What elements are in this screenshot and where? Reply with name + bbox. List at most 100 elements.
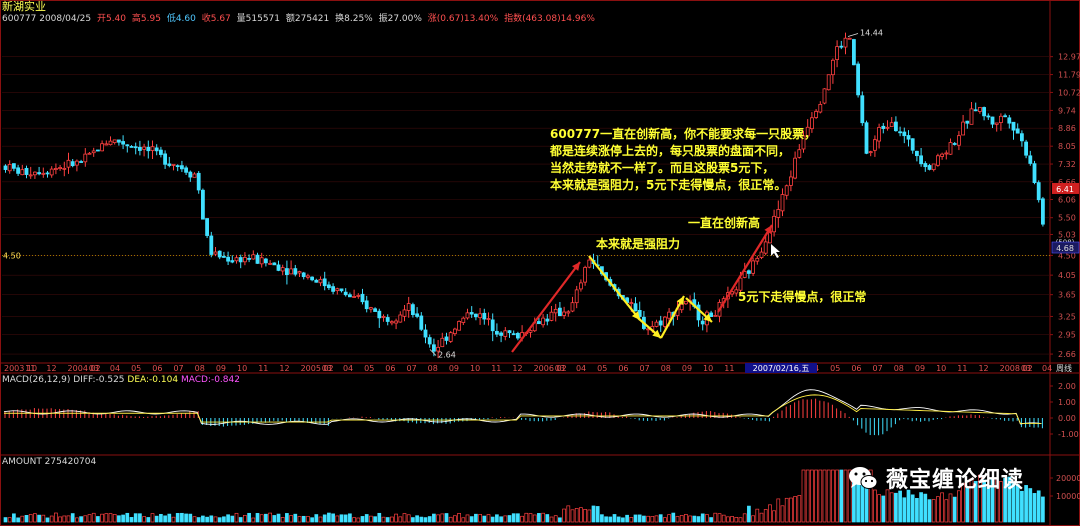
amount-tick-label: 100000 [1056,492,1080,501]
max-price-label: 14.44 [860,29,883,38]
amount-bar [612,514,617,523]
time-axis-label: 03 [1021,364,1031,373]
candle-body [326,284,331,289]
candle-body [234,257,239,262]
yellow-arrow-down-1 [588,255,641,321]
amount-bar [448,516,453,523]
candle-body [780,194,785,212]
candle-body [994,122,999,125]
candle-body [389,321,394,324]
annotation-line-4: 本来就是强阻力，5元下走得慢点，很正常。 [550,178,787,192]
amount-bar [335,515,340,523]
candle-body [364,300,369,310]
candle-body [133,146,138,149]
candle-body [537,321,541,325]
amount-bar [222,516,226,523]
amount-bar [524,512,529,523]
candle-body [835,46,839,60]
amount-bar [730,516,734,523]
time-axis-label: 11 [724,364,734,373]
amount-bar [709,517,713,523]
time-axis-label: 11 [25,364,35,373]
candle-body [11,163,16,169]
amount-bar [553,515,558,523]
amount-bar [3,517,8,523]
candle-body [948,142,953,155]
candle-body [663,316,667,327]
amount-bar [532,514,537,523]
amount-bar [255,513,260,523]
amount-bar [243,514,247,523]
candle-body [973,109,978,112]
macd-dea-line [4,394,1042,424]
time-axis-label: 09 [216,364,226,373]
time-axis-label: 04 [343,364,353,373]
candle-body [957,135,961,146]
amount-bar [616,516,621,523]
amount-bar [188,513,193,523]
amount-bar [310,517,314,523]
candle-body [919,155,923,165]
amount-bar [537,513,541,523]
price-tick-label: 8.05 [1058,142,1076,151]
amount-bar [495,514,499,523]
amount-bar [41,514,46,523]
amount-bar [352,517,356,523]
macd-value: MACD:-0.842 [180,375,240,385]
amount-bar [7,517,12,523]
amount-bar [411,517,415,523]
candle-body [352,296,357,298]
candle-body [772,215,776,233]
amount-bar [104,513,109,523]
time-axis-label: 10 [237,364,247,373]
amount-bar [285,513,289,523]
amount-bar [654,515,659,523]
candle-body [284,268,289,276]
amount-bar [180,512,184,523]
amount-bar [726,516,730,523]
stock-name: 新湖实业 [2,0,46,13]
candle-body [1036,182,1041,201]
amount-bar [373,516,377,523]
amount-bar [356,517,361,523]
amount-bar [562,508,566,523]
price-tick-label: 3.25 [1058,312,1076,321]
candle-body [385,317,390,322]
time-axis-label: 03 [555,364,565,373]
amount-bar [150,513,155,523]
amount-bar [264,513,268,523]
amount-bar [184,513,188,523]
amount-bar [28,514,33,523]
candle-body [763,241,768,254]
amount-bar [138,513,142,523]
candle-body [175,165,180,168]
amount-bar [658,514,663,523]
candle-body [906,135,911,140]
amount-bar [20,515,25,523]
amount-bar [797,495,802,523]
candle-body [200,189,205,220]
candle-body [553,308,558,314]
time-axis-label: 06 [385,364,395,373]
amount-bar [167,513,172,523]
candle-body [62,167,67,170]
candle-body [415,313,420,317]
resistance-annotation: 本来就是强阻力 [596,237,681,251]
amount-bar [238,517,243,523]
candle-body [843,37,848,48]
candle-body [889,122,894,128]
amount-bar [469,516,474,523]
candle-body [999,115,1003,123]
candle-body [37,172,41,175]
candlestick-group [3,32,1045,359]
amount-bar [923,493,928,523]
candle-body [654,321,659,327]
amount-bar [423,517,428,523]
candle-body [927,165,932,170]
candle-body [856,63,860,96]
candle-body [137,146,142,151]
amount-bar [461,517,466,523]
candle-body [931,163,936,171]
amount-bar [125,512,130,523]
reference-label: 4.50 [3,251,21,260]
